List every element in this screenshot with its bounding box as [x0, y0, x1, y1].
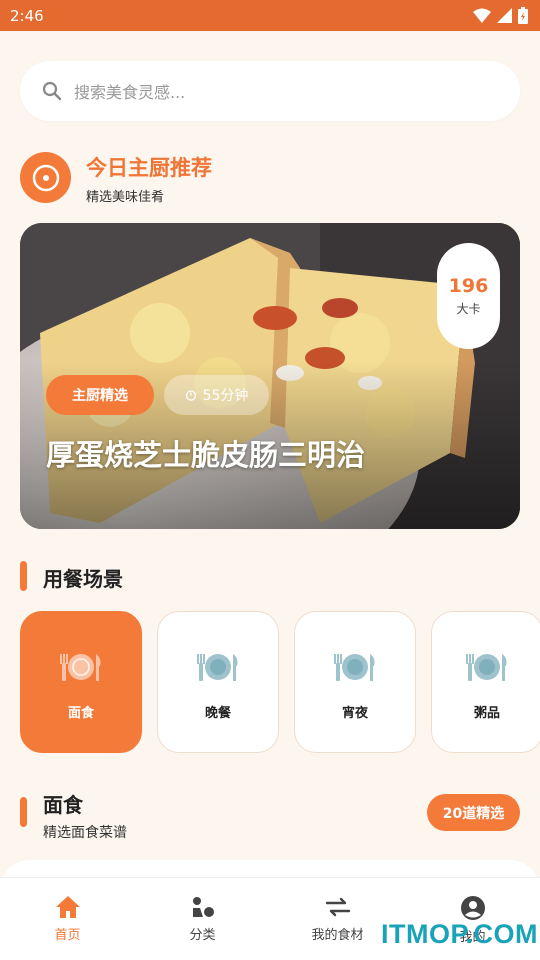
signal-icon	[497, 8, 512, 23]
chef-recommend-subtitle: 精选美味佳肴	[86, 190, 165, 205]
dining-plate-icon	[60, 654, 101, 681]
section-accent-bar	[20, 797, 27, 827]
scene-card-dinner[interactable]: 晚餐	[157, 611, 279, 753]
dining-plate-icon	[466, 654, 507, 681]
search-bar[interactable]: 搜索美食灵感...	[20, 61, 520, 121]
home-icon	[55, 896, 80, 918]
chef-pick-tag: 主厨精选	[46, 375, 154, 415]
search-placeholder: 搜索美食灵感...	[74, 83, 186, 102]
dining-plate-icon	[197, 654, 238, 681]
calories-value: 196	[448, 275, 489, 297]
noodles-title: 面食	[43, 793, 83, 817]
tab-category[interactable]: 分类	[135, 878, 270, 960]
chef-recommend-icon	[20, 152, 71, 203]
scene-card-noodles[interactable]: 面食	[20, 611, 142, 753]
search-icon	[42, 81, 62, 101]
dish-name: 厚蛋烧芝士脆皮肠三明治	[46, 438, 366, 472]
scene-label: 晚餐	[204, 706, 231, 721]
category-icon	[192, 897, 214, 917]
chef-recommend-title: 今日主厨推荐	[86, 156, 212, 180]
scenes-title: 用餐场景	[43, 567, 123, 591]
calories-badge: 196 大卡	[437, 243, 500, 349]
noodles-subtitle: 精选面食菜谱	[43, 825, 127, 841]
battery-icon	[518, 7, 528, 24]
calories-unit: 大卡	[456, 302, 481, 316]
scene-card-porridge[interactable]: 粥品	[431, 611, 540, 753]
dining-plate-icon	[334, 654, 375, 681]
scene-label: 宵夜	[341, 706, 368, 721]
status-icons	[473, 7, 528, 24]
status-bar: 2:46	[0, 0, 540, 31]
scene-label: 面食	[67, 706, 94, 721]
wifi-icon	[473, 8, 491, 23]
status-time: 2:46	[10, 6, 44, 25]
scene-label: 粥品	[473, 706, 500, 721]
swap-icon	[325, 897, 350, 917]
cook-time-label: 55分钟	[202, 388, 249, 404]
timer-icon	[185, 390, 196, 401]
tab-label: 我的食材	[311, 928, 364, 943]
section-accent-bar	[20, 561, 27, 591]
tab-label: 首页	[54, 928, 81, 943]
watermark: ITMOP.COM	[381, 919, 539, 949]
tab-label: 分类	[189, 928, 216, 943]
recipe-count-badge[interactable]: 20道精选	[427, 794, 520, 831]
scene-card-late-night[interactable]: 宵夜	[294, 611, 416, 753]
cook-time-tag: 55分钟	[164, 375, 269, 415]
tab-home[interactable]: 首页	[0, 878, 135, 960]
profile-icon	[460, 896, 485, 920]
